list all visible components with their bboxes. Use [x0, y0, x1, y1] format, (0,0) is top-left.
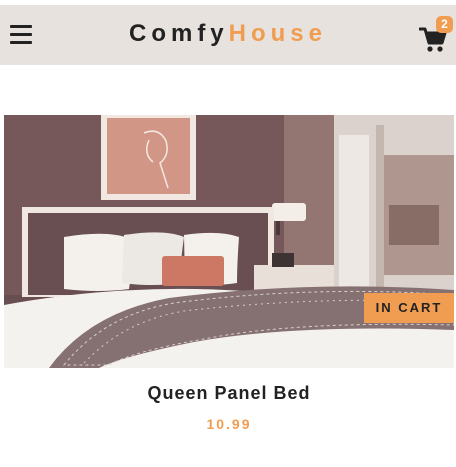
cart-button[interactable]: 2: [418, 16, 454, 56]
navbar: ComfyHouse 2: [0, 5, 456, 65]
bedroom-bed-photo: [4, 115, 454, 368]
in-cart-button[interactable]: IN CART: [364, 293, 454, 323]
logo-text-primary: Comfy: [128, 20, 229, 47]
cart-count-badge: 2: [436, 16, 453, 33]
product-card: IN CART Queen Panel Bed 10.99: [4, 115, 454, 432]
logo-text-accent: House: [228, 20, 328, 47]
product-title: Queen Panel Bed: [147, 383, 311, 403]
product-image[interactable]: IN CART: [4, 115, 454, 368]
product-price: 10.99: [206, 416, 252, 432]
logo: ComfyHouse: [0, 19, 456, 49]
